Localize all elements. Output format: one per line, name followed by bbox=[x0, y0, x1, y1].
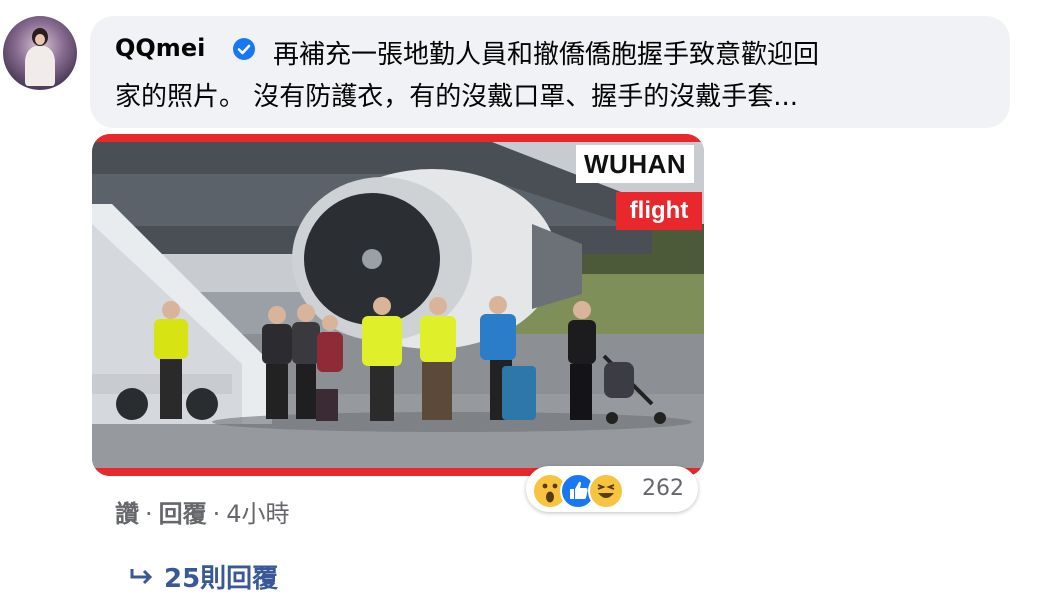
verified-badge-icon bbox=[233, 38, 255, 60]
comment-actions: 讚 · 回覆 · 4小時 bbox=[115, 494, 290, 529]
avatar[interactable] bbox=[3, 16, 77, 90]
comment-text-line2: 家的照片。 沒有防護衣，有的沒戴口罩、握手的沒戴手套... bbox=[115, 82, 799, 112]
author-name[interactable]: QQmei bbox=[115, 34, 205, 62]
wuhan-tag: WUHAN bbox=[576, 145, 695, 183]
avatar-face bbox=[35, 34, 45, 45]
airport-scene-image bbox=[92, 134, 704, 476]
avatar-dress bbox=[25, 46, 55, 86]
reaction-count: 262 bbox=[642, 476, 684, 501]
like-link[interactable]: 讚 bbox=[115, 494, 139, 529]
separator: · bbox=[212, 500, 221, 528]
haha-icon bbox=[588, 473, 624, 509]
replies-count-label: 25則回覆 bbox=[164, 564, 279, 594]
comment-text-line1: 再補充一張地勤人員和撤僑僑胞握手致意歡迎回 bbox=[273, 40, 820, 70]
timestamp[interactable]: 4小時 bbox=[226, 494, 289, 529]
reply-link[interactable]: 回覆 bbox=[159, 494, 207, 529]
reply-arrow-icon bbox=[128, 564, 164, 594]
flight-tag: flight bbox=[616, 192, 702, 230]
reactions-summary[interactable]: 262 bbox=[526, 466, 698, 512]
comment-photo[interactable] bbox=[92, 134, 704, 476]
separator: · bbox=[145, 500, 153, 528]
view-replies-link[interactable]: 25則回覆 bbox=[128, 558, 278, 595]
